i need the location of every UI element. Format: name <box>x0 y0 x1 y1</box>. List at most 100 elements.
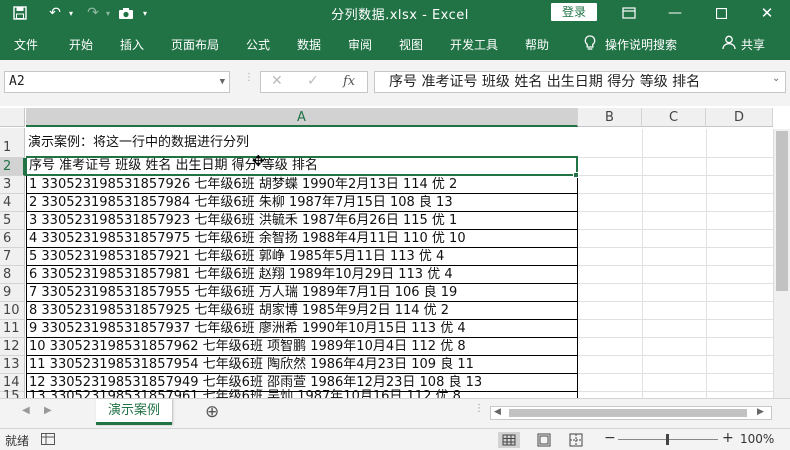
cell-a1[interactable]: 演示案例：将这一行中的数据进行分列 <box>26 128 578 158</box>
zoom-slider-thumb[interactable] <box>666 434 669 445</box>
tab-data[interactable]: 数据 <box>297 36 321 53</box>
normal-view-icon[interactable] <box>498 432 520 448</box>
sheet-tab-active[interactable]: 演示案例 <box>96 399 172 425</box>
add-sheet-icon[interactable]: ⊕ <box>205 402 219 422</box>
cell-a2-selected[interactable]: 序号 准考证号 班级 姓名 出生日期 得分 等级 排名 <box>25 158 578 176</box>
cell-a6[interactable]: 4 330523198531857975 七年级6班 余智扬 1988年4月11… <box>26 230 578 248</box>
gridline <box>578 373 790 374</box>
row-header[interactable]: 5 <box>0 212 25 230</box>
tab-developer[interactable]: 开发工具 <box>450 36 498 53</box>
gridline <box>578 301 790 302</box>
close-icon[interactable]: ✕ <box>756 3 778 23</box>
row-header[interactable]: 7 <box>0 248 25 266</box>
undo-icon[interactable]: ↶ <box>44 3 66 23</box>
column-header-c[interactable]: C <box>642 108 706 127</box>
status-bar: 就绪 − + 100% <box>0 428 790 450</box>
scroll-tabs-right-icon[interactable]: ▶ <box>44 405 52 416</box>
cell-a9[interactable]: 7 330523198531857955 七年级6班 万人瑞 1989年7月1日… <box>26 284 578 302</box>
cell-a13[interactable]: 11 330523198531857954 七年级6班 陶欣然 1986年4月2… <box>26 356 578 374</box>
cancel-icon[interactable]: ✕ <box>271 73 283 89</box>
row-header[interactable]: 6 <box>0 230 25 248</box>
column-header-a[interactable]: A <box>26 108 578 127</box>
gridline <box>706 129 707 398</box>
tab-view[interactable]: 视图 <box>399 36 423 53</box>
tab-file[interactable]: 文件 <box>14 36 38 53</box>
column-header-b[interactable]: B <box>578 108 642 127</box>
gridline <box>578 157 790 158</box>
row-header[interactable]: 11 <box>0 320 25 338</box>
zoom-in-icon[interactable]: + <box>722 430 734 446</box>
row-header[interactable]: 13 <box>0 356 25 374</box>
horizontal-scrollbar[interactable]: ◀ ▶ <box>490 406 772 420</box>
fill-handle[interactable] <box>573 172 579 178</box>
name-box-dropdown-icon[interactable]: ▼ <box>220 72 225 92</box>
tab-formulas[interactable]: 公式 <box>246 36 270 53</box>
cell-a11[interactable]: 9 330523198531857937 七年级6班 廖洲希 1990年10月1… <box>26 320 578 338</box>
window-title: 分列数据.xlsx - Excel <box>331 8 469 23</box>
row-header[interactable]: 12 <box>0 338 25 356</box>
row-header[interactable]: 4 <box>0 194 25 212</box>
move-cursor-icon: ✥ <box>252 152 265 170</box>
ribbon-display-options-icon[interactable] <box>618 3 640 23</box>
cell-a10[interactable]: 8 330523198531857925 七年级6班 胡家博 1985年9月2日… <box>26 302 578 320</box>
row-header[interactable]: 1 <box>0 128 25 158</box>
page-break-view-icon[interactable] <box>568 432 584 450</box>
redo-dropdown-icon[interactable]: ▾ <box>103 3 113 23</box>
splitter-dots-icon[interactable]: ⋮ <box>244 73 254 89</box>
gridline <box>578 265 790 266</box>
lightbulb-icon <box>583 35 597 55</box>
title-bar: ↶ ▾ ↷ ▾ ▾ 分列数据.xlsx - Excel 登录 — ✕ <box>0 0 790 26</box>
cell-a5[interactable]: 3 330523198531857923 七年级6班 洪毓禾 1987年6月26… <box>26 212 578 230</box>
tab-review[interactable]: 审阅 <box>348 36 372 53</box>
gridline <box>642 129 643 398</box>
horizontal-scroll-thumb[interactable] <box>509 409 747 417</box>
enter-icon[interactable]: ✓ <box>307 73 319 89</box>
tab-insert[interactable]: 插入 <box>120 36 144 53</box>
cell-a12[interactable]: 10 330523198531857962 七年级6班 项智鹏 1989年10月… <box>26 338 578 356</box>
row-header[interactable]: 9 <box>0 284 25 302</box>
page-layout-view-icon[interactable] <box>536 432 552 450</box>
redo-icon[interactable]: ↷ <box>82 3 104 23</box>
cell-a7[interactable]: 5 330523198531857921 七年级6班 郭峥 1985年5月11日… <box>26 248 578 266</box>
insert-function-button[interactable]: fx <box>343 74 355 89</box>
split-handle-icon[interactable]: ⋮ <box>474 404 484 414</box>
share-button[interactable]: 共享 <box>741 36 765 53</box>
gridline <box>578 283 790 284</box>
row-header[interactable]: 2 <box>0 158 25 176</box>
zoom-level[interactable]: 100% <box>740 432 774 446</box>
scroll-tabs-left-icon[interactable]: ◀ <box>22 405 30 416</box>
maximize-icon[interactable] <box>710 3 732 23</box>
macro-record-icon[interactable] <box>41 433 55 448</box>
cell-a8[interactable]: 6 330523198531857981 七年级6班 赵翔 1989年10月29… <box>26 266 578 284</box>
cell-a4[interactable]: 2 330523198531857984 七年级6班 朱柳 1987年7月15日… <box>26 194 578 212</box>
share-person-icon <box>722 35 736 54</box>
undo-dropdown-icon[interactable]: ▾ <box>66 3 76 23</box>
scroll-right-icon[interactable]: ▶ <box>757 407 764 417</box>
formula-input[interactable]: 序号 准考证号 班级 姓名 出生日期 得分 等级 排名 <box>374 71 786 93</box>
login-button[interactable]: 登录 <box>551 3 597 21</box>
expand-formula-bar-icon[interactable]: ⌄ <box>772 73 780 84</box>
row-header[interactable]: 10 <box>0 302 25 320</box>
tab-help[interactable]: 帮助 <box>525 36 549 53</box>
column-header-d[interactable]: D <box>706 108 773 127</box>
gridline <box>578 247 790 248</box>
row-header[interactable]: 3 <box>0 176 25 194</box>
save-icon[interactable] <box>10 3 30 23</box>
gridline <box>578 229 790 230</box>
vertical-scrollbar[interactable] <box>773 129 790 398</box>
tell-me-search[interactable]: 操作说明搜索 <box>605 36 677 53</box>
worksheet-grid[interactable]: A B C D 1 演示案例：将这一行中的数据进行分列 2 序号 准考证号 班级 姓名… <box>0 106 790 403</box>
gridline <box>578 175 790 176</box>
cell-a3[interactable]: 1 330523198531857926 七年级6班 胡梦蝶 1990年2月13… <box>26 176 578 194</box>
scroll-left-icon[interactable]: ◀ <box>494 407 501 417</box>
name-box[interactable]: A2 ▼ <box>4 71 230 93</box>
row-header[interactable]: 8 <box>0 266 25 284</box>
tab-home[interactable]: 开始 <box>69 36 93 53</box>
vertical-scroll-thumb[interactable] <box>776 131 788 291</box>
qat-customize-icon[interactable]: ▾ <box>140 3 150 23</box>
minimize-icon[interactable]: — <box>664 3 686 23</box>
select-all-corner[interactable] <box>0 108 25 127</box>
zoom-out-icon[interactable]: − <box>604 430 616 446</box>
camera-icon[interactable] <box>115 3 137 23</box>
tab-page-layout[interactable]: 页面布局 <box>171 36 219 53</box>
